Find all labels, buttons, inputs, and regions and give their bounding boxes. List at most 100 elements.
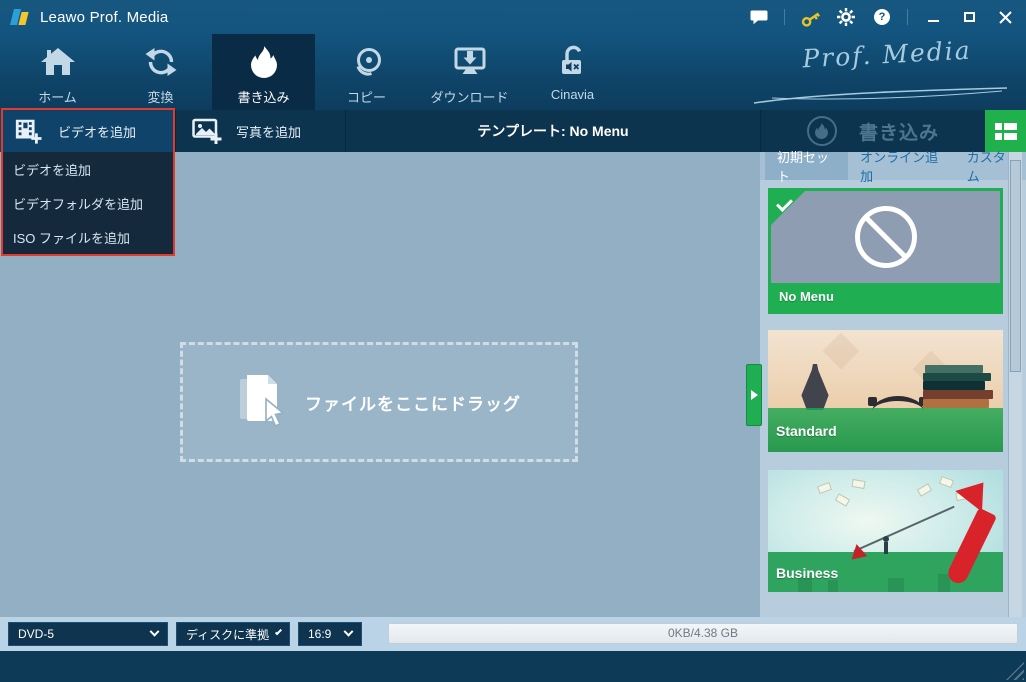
layout-icon (994, 132, 1017, 140)
disc-capacity-bar: 0KB/4.38 GB (388, 623, 1018, 644)
burn-flame-icon (249, 44, 279, 80)
register-key-icon[interactable] (799, 7, 821, 27)
status-footer (0, 651, 1026, 682)
nav-tab-home[interactable]: ホーム (6, 34, 109, 110)
main-nav: ホーム 変換 書き込み コピー ダウンロード Cinavia (6, 34, 624, 110)
book-art (923, 373, 991, 381)
no-menu-art (771, 191, 1000, 283)
prohibition-icon (854, 206, 917, 268)
file-drop-zone[interactable]: ファイルをここにドラッグ (180, 342, 578, 462)
add-video-dropdown-menu: ビデオを追加 ビデオフォルダを追加 ISO ファイルを追加 (3, 152, 173, 254)
template-thumb-standard[interactable]: Standard (768, 330, 1003, 452)
add-video-button[interactable]: ビデオを追加 (0, 110, 175, 152)
money-note-art (817, 482, 832, 494)
close-icon[interactable] (994, 7, 1016, 27)
brand-text: Prof. Media (801, 35, 973, 74)
money-note-art (851, 478, 866, 490)
drag-file-icon (237, 374, 289, 430)
drop-hint-text: ファイルをここにドラッグ (305, 394, 521, 414)
nav-label: 書き込み (237, 90, 290, 105)
add-video-label: ビデオを追加 (58, 124, 137, 140)
quality-value: ディスクに準拠 (186, 627, 270, 642)
nav-tab-convert[interactable]: 変換 (109, 34, 212, 110)
nav-tab-download[interactable]: ダウンロード (418, 34, 521, 110)
aspect-ratio-select[interactable]: 16:9 (298, 622, 362, 646)
brand-swoosh-line (753, 87, 1008, 104)
money-note-art (916, 483, 933, 497)
template-panel: 初期セット オンライン追加 カスタム No Menu Standard Busi… (760, 150, 1026, 617)
toolbar: ビデオを追加 写真を追加 テンプレート: No Menu 書き込み (0, 110, 1026, 152)
disc-copy-icon (350, 44, 384, 80)
red-arrow-head-art (955, 472, 997, 512)
bottom-bar: DVD-5 ディスクに準拠 16:9 0KB/4.38 GB (0, 617, 1026, 651)
template-thumb-no-menu[interactable]: No Menu (768, 188, 1003, 314)
chevron-down-icon (343, 626, 354, 637)
chevron-down-icon (275, 627, 283, 635)
settings-gear-icon[interactable] (835, 7, 857, 27)
nav-label: Cinavia (550, 87, 595, 102)
nav-tab-copy[interactable]: コピー (315, 34, 418, 110)
nav-tab-burn[interactable]: 書き込み (212, 34, 315, 110)
help-icon[interactable]: ? (871, 7, 893, 27)
aspect-ratio-value: 16:9 (308, 627, 332, 641)
photo-plus-icon (192, 118, 222, 144)
nav-label: 変換 (147, 90, 174, 105)
titlebar-separator (907, 9, 908, 25)
burn-action-label: 書き込み (858, 122, 939, 144)
menu-item-add-video[interactable]: ビデオを追加 (3, 152, 173, 186)
brand-logo: Prof. Media (753, 36, 1012, 106)
money-note-art (834, 493, 851, 507)
book-art (923, 399, 989, 408)
titlebar-separator (784, 9, 785, 25)
feedback-icon[interactable] (748, 7, 770, 27)
home-icon (40, 44, 76, 80)
toggle-panel-button[interactable] (985, 110, 1026, 152)
chevron-right-icon (750, 390, 758, 400)
panel-scrollbar[interactable] (1008, 152, 1022, 617)
cinavia-unlock-icon (558, 44, 588, 80)
menu-item-add-video-folder[interactable]: ビデオフォルダを追加 (3, 186, 173, 220)
layout-icon (994, 122, 1017, 130)
disc-type-value: DVD-5 (18, 627, 55, 641)
scrollbar-thumb[interactable] (1010, 160, 1021, 372)
minimize-icon[interactable] (922, 7, 944, 27)
app-title: Leawo Prof. Media (40, 8, 169, 26)
tab-online-add[interactable]: オンライン追加 (848, 150, 955, 184)
template-tabs: 初期セット オンライン追加 カスタム (760, 150, 1026, 184)
template-selector[interactable]: テンプレート: No Menu (345, 110, 760, 152)
book-art (925, 365, 983, 373)
chevron-down-icon (149, 626, 160, 637)
tab-default-set[interactable]: 初期セット (765, 150, 849, 184)
nav-label: ダウンロード (430, 90, 509, 105)
book-art (923, 390, 993, 399)
download-icon (453, 44, 487, 80)
book-art (923, 381, 985, 390)
wallpaper-pattern (822, 332, 860, 370)
template-name: Standard (776, 423, 837, 439)
rope-line-art (853, 505, 955, 553)
convert-icon (144, 44, 178, 80)
add-photo-label: 写真を追加 (236, 124, 302, 140)
add-photo-button[interactable]: 写真を追加 (175, 110, 345, 152)
quality-select[interactable]: ディスクに準拠 (176, 622, 290, 646)
app-logo-icon (10, 8, 30, 26)
nav-tab-cinavia[interactable]: Cinavia (521, 34, 624, 110)
burn-circle-flame-icon (806, 116, 837, 146)
menu-item-add-iso[interactable]: ISO ファイルを追加 (3, 220, 173, 254)
nav-label: コピー (346, 90, 386, 105)
template-name: Business (776, 565, 839, 581)
disc-type-select[interactable]: DVD-5 (8, 622, 168, 646)
person-art (883, 536, 889, 554)
maximize-icon[interactable] (958, 7, 980, 27)
film-plus-icon (14, 118, 42, 144)
vase-art (801, 364, 829, 410)
panel-collapse-handle[interactable] (746, 364, 762, 426)
template-thumb-business[interactable]: Business (768, 470, 1003, 592)
burn-action-button[interactable]: 書き込み (760, 110, 985, 152)
header: Leawo Prof. Media ? ホーム 変換 書き込み コピー ダウンロ… (0, 0, 1026, 110)
titlebar: Leawo Prof. Media ? (0, 0, 1026, 34)
money-note-art (939, 476, 954, 488)
nav-label: ホーム (38, 90, 77, 105)
resize-grip[interactable] (1006, 662, 1024, 680)
template-name: No Menu (779, 289, 834, 304)
